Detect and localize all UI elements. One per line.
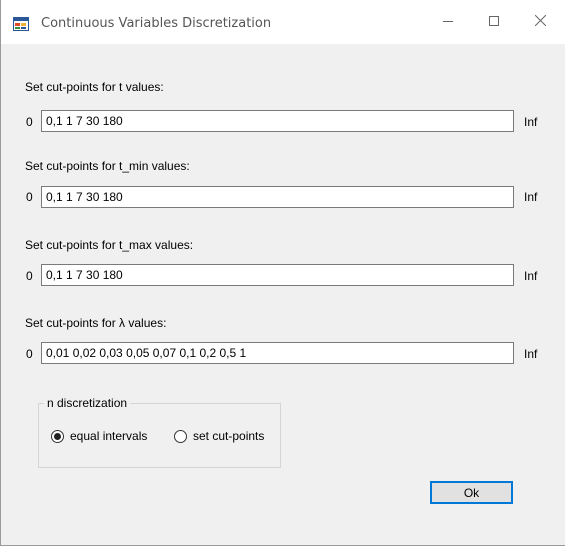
radio-unselected-indicator <box>174 429 187 443</box>
t-lower-bound: 0 <box>26 115 33 129</box>
discretization-group-legend: n discretization <box>44 396 131 410</box>
lambda-cutpoints-label: Set cut-points for λ values: <box>25 316 167 330</box>
equal-intervals-label: equal intervals <box>70 429 148 443</box>
app-icon <box>13 17 29 31</box>
lambda-upper-bound: Inf <box>524 347 538 361</box>
t-cutpoints-input[interactable] <box>41 110 514 132</box>
ok-button-label: Ok <box>463 485 480 500</box>
radio-selected-indicator <box>51 429 64 443</box>
set-cutpoints-radio[interactable]: set cut-points <box>174 429 264 443</box>
ok-button[interactable]: Ok <box>430 481 513 504</box>
maximize-icon <box>489 15 499 29</box>
set-cutpoints-label: set cut-points <box>193 429 265 443</box>
t-min-lower-bound: 0 <box>26 190 33 204</box>
close-icon <box>534 14 546 29</box>
t-max-upper-bound: Inf <box>524 269 538 283</box>
t-max-lower-bound: 0 <box>26 269 33 283</box>
t-min-cutpoints-input[interactable] <box>41 186 514 208</box>
dialog-window: Continuous Variables Discretization Set … <box>0 0 565 546</box>
equal-intervals-radio[interactable]: equal intervals <box>51 429 147 443</box>
minimize-icon <box>443 15 453 29</box>
lambda-cutpoints-input[interactable] <box>41 342 514 364</box>
window-title: Continuous Variables Discretization <box>41 16 272 31</box>
t-cutpoints-label: Set cut-points for t values: <box>25 80 164 94</box>
minimize-button[interactable] <box>425 0 471 44</box>
maximize-button[interactable] <box>471 0 517 44</box>
t-upper-bound: Inf <box>524 115 538 129</box>
t-max-cutpoints-label: Set cut-points for t_max values: <box>25 238 194 252</box>
title-bar[interactable]: Continuous Variables Discretization <box>1 0 565 44</box>
t-max-cutpoints-input[interactable] <box>41 264 514 286</box>
t-min-upper-bound: Inf <box>524 190 538 204</box>
t-min-cutpoints-label: Set cut-points for t_min values: <box>25 159 190 173</box>
lambda-lower-bound: 0 <box>26 347 33 361</box>
close-button[interactable] <box>517 0 563 44</box>
